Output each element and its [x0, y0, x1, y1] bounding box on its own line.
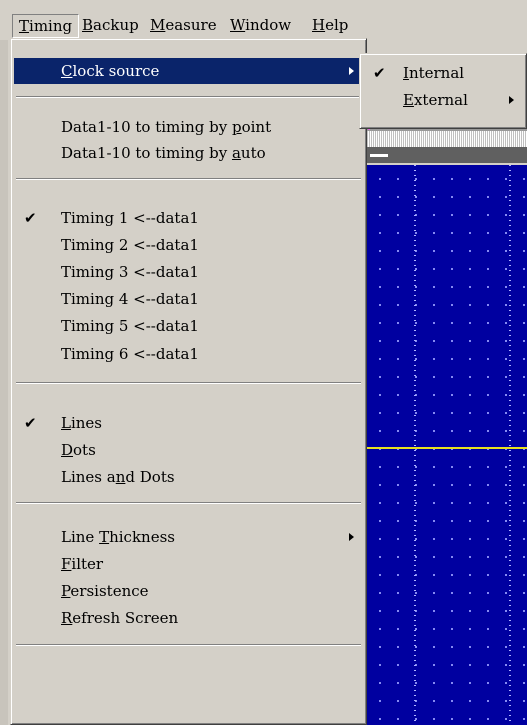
menu-item-label: Timing 4 <--data1	[61, 290, 199, 308]
menu-item-label: Lines and Dots	[61, 468, 175, 486]
check-icon: ✔	[373, 64, 386, 82]
menu-item-label: Data1-10 to timing by auto	[61, 144, 266, 162]
menu-item-label: Line Thickness	[61, 528, 175, 546]
label-rest: lock source	[72, 62, 160, 80]
menu-separator	[16, 96, 361, 98]
menu-item-timing-2[interactable]: Timing 2 <--data1	[14, 232, 363, 258]
menu-item-timing-3[interactable]: Timing 3 <--data1	[14, 259, 363, 285]
menu-help-label: Help	[312, 16, 349, 34]
menu-item-dots[interactable]: Dots	[14, 437, 363, 463]
menu-measure-label: Measure	[150, 16, 217, 34]
menu-item-label: Timing 3 <--data1	[61, 263, 199, 281]
check-icon: ✔	[24, 209, 37, 227]
menu-item-label: Lines	[61, 414, 103, 432]
menu-item-internal[interactable]: ✔ Internal	[363, 60, 523, 86]
menu-item-timing-4[interactable]: Timing 4 <--data1	[14, 286, 363, 312]
channel-header-bar	[366, 147, 527, 163]
menu-bar: Timing Backup Measure Window Help	[0, 0, 527, 40]
menu-separator	[16, 178, 361, 180]
timing-menu: Clock source Data1-10 to timing by point…	[10, 38, 367, 725]
plot-gridline	[414, 165, 416, 725]
menu-item-refresh-screen[interactable]: Refresh Screen	[14, 605, 363, 631]
menu-item-label: Dots	[61, 441, 96, 459]
menu-item-label: Internal	[403, 64, 465, 82]
mnemonic: T	[19, 17, 30, 35]
check-icon: ✔	[24, 414, 37, 432]
submenu-arrow-icon	[349, 67, 354, 75]
menu-item-label: Timing 6 <--data1	[61, 345, 199, 363]
menu-item-label: Timing 1 <--data1	[61, 209, 199, 227]
mnemonic: p	[231, 118, 242, 136]
mnemonic: T	[99, 528, 110, 546]
mnemonic: R	[61, 609, 73, 627]
plot-gridline	[509, 165, 511, 725]
menu-timing[interactable]: Timing	[12, 14, 80, 38]
menu-item-label: Refresh Screen	[61, 609, 179, 627]
menu-window[interactable]: Window	[224, 14, 297, 38]
menu-backup-label: Backup	[82, 16, 139, 34]
mnemonic: I	[403, 64, 409, 82]
mnemonic: C	[61, 62, 73, 80]
clock-source-submenu: ✔ Internal External	[359, 53, 527, 129]
menu-item-external[interactable]: External	[363, 87, 523, 113]
submenu-arrow-icon	[349, 533, 354, 541]
waveform-plot[interactable]	[366, 165, 527, 725]
submenu-arrow-icon	[509, 96, 514, 104]
mnemonic: F	[61, 555, 72, 573]
mnemonic: E	[403, 91, 414, 109]
mnemonic: a	[231, 144, 241, 162]
window-left-edge	[0, 40, 8, 725]
menu-item-label: Filter	[61, 555, 104, 573]
menu-item-lines[interactable]: ✔ Lines	[14, 410, 363, 436]
menu-timing-label: Timing	[19, 17, 73, 35]
menu-window-label: Window	[230, 16, 292, 34]
menu-help[interactable]: Help	[306, 14, 354, 38]
mnemonic: H	[312, 16, 326, 34]
menu-item-persistence[interactable]: Persistence	[14, 578, 363, 604]
menu-backup[interactable]: Backup	[76, 14, 145, 38]
menu-item-data-by-auto[interactable]: Data1-10 to timing by auto	[14, 140, 363, 166]
menu-measure[interactable]: Measure	[144, 14, 223, 38]
menu-item-timing-1[interactable]: ✔ Timing 1 <--data1	[14, 205, 363, 231]
mnemonic: W	[230, 16, 246, 34]
menu-item-line-thickness[interactable]: Line Thickness	[14, 524, 363, 550]
menu-item-label: External	[403, 91, 468, 109]
menu-item-label: Persistence	[61, 582, 149, 600]
mnemonic: M	[150, 16, 166, 34]
menu-separator	[16, 502, 361, 504]
menu-item-lines-and-dots[interactable]: Lines and Dots	[14, 464, 363, 490]
scale-strip	[366, 131, 527, 147]
menu-separator	[16, 382, 361, 384]
channel-marker	[370, 154, 388, 157]
mnemonic: B	[82, 16, 94, 34]
menu-item-timing-5[interactable]: Timing 5 <--data1	[14, 313, 363, 339]
menu-separator	[16, 644, 361, 646]
menu-item-label: Data1-10 to timing by point	[61, 118, 272, 136]
menu-item-timing-6[interactable]: Timing 6 <--data1	[14, 341, 363, 367]
menu-item-label: Clock source	[61, 58, 159, 84]
mnemonic: L	[61, 414, 71, 432]
menu-item-data-by-point[interactable]: Data1-10 to timing by point	[14, 114, 363, 140]
menu-item-label: Timing 5 <--data1	[61, 317, 199, 335]
menu-item-label: Timing 2 <--data1	[61, 236, 199, 254]
signal-trace	[366, 447, 527, 449]
mnemonic: P	[61, 582, 71, 600]
mnemonic: D	[61, 441, 74, 459]
mnemonic: n	[115, 468, 126, 486]
menu-item-filter[interactable]: Filter	[14, 551, 363, 577]
menu-item-clock-source[interactable]: Clock source	[14, 58, 363, 84]
